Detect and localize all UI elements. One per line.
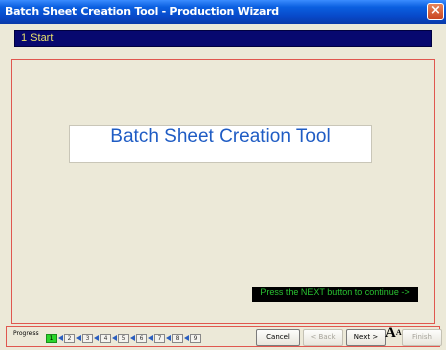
hint-text: Press the NEXT button to continue -> [260, 287, 410, 297]
progress-step-2: 2 [64, 334, 75, 343]
progress-step-3: 3 [82, 334, 93, 343]
next-button[interactable]: Next > [346, 329, 386, 346]
back-button[interactable]: < Back [303, 329, 343, 346]
cancel-button[interactable]: Cancel [256, 329, 300, 346]
progress-step-8: 8 [172, 334, 183, 343]
progress-arrow-icon [76, 335, 81, 341]
progress-step-6: 6 [136, 334, 147, 343]
content-panel [11, 59, 435, 324]
progress-label: Progress [13, 330, 39, 337]
title-bar[interactable]: Batch Sheet Creation Tool - Production W… [0, 0, 446, 24]
progress-step-7: 7 [154, 334, 165, 343]
progress-arrow-icon [148, 335, 153, 341]
close-icon: × [430, 3, 441, 18]
hero-title-box: Batch Sheet Creation Tool [69, 125, 372, 163]
progress-arrow-icon [112, 335, 117, 341]
progress-arrow-icon [94, 335, 99, 341]
progress-arrow-icon [130, 335, 135, 341]
progress-arrow-icon [166, 335, 171, 341]
font-size-icon[interactable]: AA [385, 325, 402, 342]
step-header-label: 1 Start [21, 32, 54, 44]
progress-step-1: 1 [46, 334, 57, 343]
progress-step-4: 4 [100, 334, 111, 343]
wizard-window: Batch Sheet Creation Tool - Production W… [0, 0, 446, 350]
cancel-button-label: Cancel [266, 333, 290, 341]
progress-step-5: 5 [118, 334, 129, 343]
hero-title: Batch Sheet Creation Tool [110, 126, 331, 147]
progress-arrow-icon [184, 335, 189, 341]
back-button-label: < Back [310, 333, 336, 341]
hint-box: Press the NEXT button to continue -> [252, 287, 418, 302]
close-button[interactable]: × [427, 3, 444, 20]
progress-arrow-icon [58, 335, 63, 341]
window-title: Batch Sheet Creation Tool - Production W… [5, 5, 279, 18]
progress-step-9: 9 [190, 334, 201, 343]
finish-button-label: Finish [412, 333, 432, 341]
step-header: 1 Start [14, 30, 432, 47]
finish-button[interactable]: Finish [402, 329, 442, 346]
next-button-label: Next > [353, 333, 379, 341]
